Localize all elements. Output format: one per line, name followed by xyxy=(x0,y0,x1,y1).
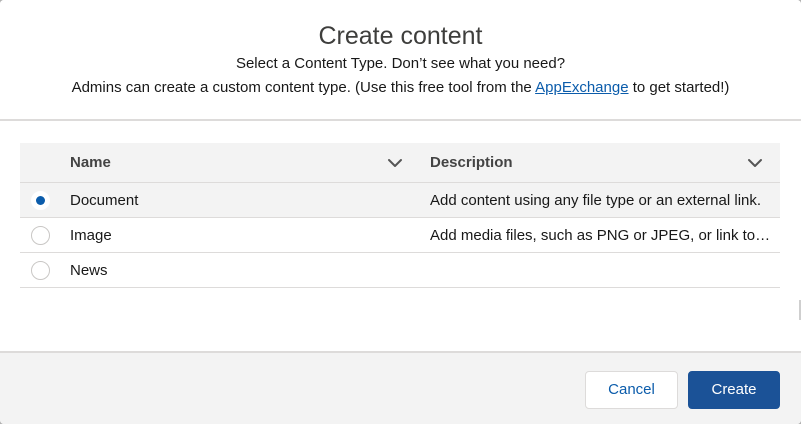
modal-title: Create content xyxy=(318,22,483,50)
cancel-button[interactable]: Cancel xyxy=(585,371,678,409)
admin-help-text-prefix: Admins can create a custom content type.… xyxy=(71,79,536,96)
admin-help-text: Admins can create a custom content type.… xyxy=(0,78,801,98)
row-description: Add media files, such as PNG or JPEG, or… xyxy=(430,227,772,244)
table-header: Name Description xyxy=(20,143,780,183)
modal-footer: Cancel Create xyxy=(0,351,801,424)
table-row-document[interactable]: Document Add content using any file type… xyxy=(20,183,780,218)
row-description xyxy=(430,253,772,288)
appexchange-link[interactable]: AppExchange xyxy=(535,79,628,96)
radio-icon[interactable] xyxy=(31,191,50,210)
radio-icon[interactable] xyxy=(31,261,50,280)
admin-help-text-suffix: to get started!) xyxy=(628,79,730,96)
chevron-down-icon[interactable] xyxy=(387,155,403,171)
table-row-news[interactable]: News xyxy=(20,253,780,288)
row-name: Image xyxy=(70,227,112,244)
row-name: Document xyxy=(70,192,139,209)
table-row-image[interactable]: Image Add media files, such as PNG or JP… xyxy=(20,218,780,253)
column-header-name[interactable]: Name xyxy=(70,143,111,183)
radio-icon[interactable] xyxy=(31,226,50,245)
radio-selected-dot xyxy=(36,196,45,205)
chevron-down-icon[interactable] xyxy=(747,155,763,171)
content-type-table: Name Description Document Add content us… xyxy=(20,143,780,288)
modal-subtitle: Select a Content Type. Don’t see what yo… xyxy=(235,55,566,72)
modal-header: Create content Select a Content Type. Do… xyxy=(0,0,801,121)
row-description: Add content using any file type or an ex… xyxy=(430,192,762,209)
create-button[interactable]: Create xyxy=(688,371,780,409)
create-content-modal: Create content Select a Content Type. Do… xyxy=(0,0,801,424)
column-header-description[interactable]: Description xyxy=(430,143,513,183)
row-name: News xyxy=(70,262,108,279)
